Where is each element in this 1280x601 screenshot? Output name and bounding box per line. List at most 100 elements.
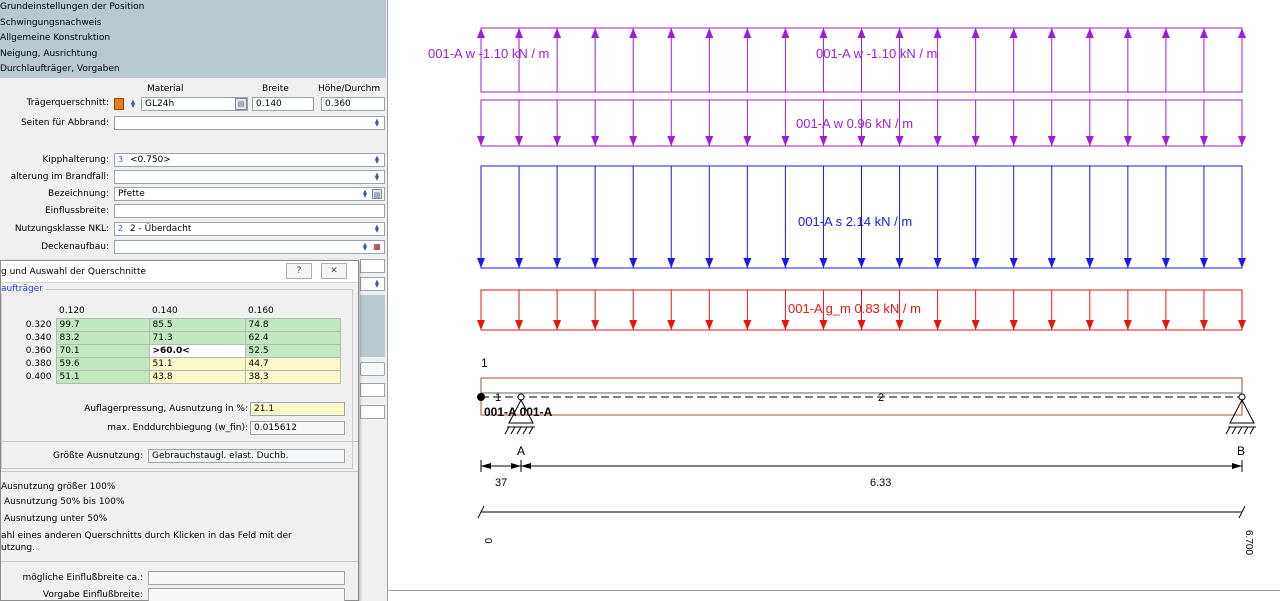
table-cell-selected[interactable]: >60.0<: [148, 343, 246, 358]
hidden-button-1[interactable]: [360, 362, 385, 376]
nav-item-neigung[interactable]: Neigung, Ausrichtung: [0, 47, 386, 63]
catalog-icon[interactable]: ▤: [372, 189, 382, 199]
dimension-arrow: [521, 463, 531, 469]
grid-icon[interactable]: ▦: [372, 242, 382, 252]
load-arrow-head: [895, 28, 904, 38]
kipphalterung-select[interactable]: 3 <0.750> ⧫: [114, 153, 385, 167]
bezeichnung-field[interactable]: Pfette ⧫ ▤: [114, 187, 385, 201]
hoehe-field[interactable]: 0.360: [321, 97, 385, 111]
load-arrow-head: [743, 320, 752, 330]
einflussbreite-field[interactable]: [114, 204, 385, 218]
structure-drawing[interactable]: 001-A w -1.10 kN / m 001-A w -1.10 kN / m…: [388, 0, 1280, 601]
row-header: 0.340: [25, 332, 52, 343]
nutzungsklasse-prefix: 2: [118, 224, 124, 233]
table-cell[interactable]: 38.3: [244, 369, 341, 384]
load-arrow-head: [1161, 28, 1170, 38]
table-cell[interactable]: 51.1: [55, 369, 150, 384]
table-row: 0.380 59.6 51.1 44.7: [1, 356, 341, 371]
table-cell[interactable]: 59.6: [55, 356, 150, 371]
row-header: 0.380: [25, 358, 52, 369]
nav-item-schwingungsnachweis[interactable]: Schwingungsnachweis: [0, 16, 386, 32]
column-header: 0.160: [248, 306, 274, 317]
hidden-panel-block: [360, 295, 385, 357]
load-arrow-head: [1085, 136, 1094, 146]
hidden-select-2[interactable]: ⧫: [360, 277, 385, 291]
material-catalog-icon[interactable]: ▤: [235, 98, 247, 110]
chevron-down-icon[interactable]: ⧫: [360, 189, 370, 199]
nav-item-durchlauftraeger[interactable]: Durchlaufträger, Vorgaben: [0, 62, 386, 78]
chevron-down-icon[interactable]: ⧫: [372, 118, 382, 128]
label-nutzungsklasse: Nutzungsklasse NKL:: [14, 224, 109, 234]
load-arrow-head: [629, 136, 638, 146]
load-arrow-head: [667, 320, 676, 330]
load-arrow-head: [1238, 320, 1246, 330]
hidden-field-1[interactable]: [360, 259, 385, 273]
load-arrow-head: [515, 136, 524, 146]
hint-text-line2: utzung.: [1, 543, 35, 553]
breite-field[interactable]: 0.140: [252, 97, 314, 111]
load-label: 001-A s 2.14 kN / m: [798, 214, 912, 229]
material-field[interactable]: GL24h ▤: [141, 97, 248, 111]
label-enddurchbiegung: max. Enddurchbiegung (w_fin):: [107, 423, 248, 433]
row-header: 0.320: [25, 319, 52, 330]
chevron-down-icon[interactable]: ⧫: [372, 224, 382, 234]
table-cell[interactable]: 44.7: [244, 356, 341, 371]
nutzungsklasse-select[interactable]: 2 2 - Überdacht ⧫: [114, 222, 385, 236]
help-button[interactable]: ?: [286, 263, 312, 279]
label-einflussbreite: Einflussbreite:: [45, 206, 109, 216]
load-arrow-head: [1085, 320, 1094, 330]
deckenaufbau-select[interactable]: ⧫ ▦: [114, 240, 385, 254]
drawing-canvas[interactable]: 001-A w -1.10 kN / m 001-A w -1.10 kN / m…: [388, 0, 1280, 601]
legend-item-red: Ausnutzung größer 100%: [1, 482, 116, 492]
halterung-brandfall-select[interactable]: ⧫: [114, 170, 385, 184]
label-kipphalterung: Kipphalterung:: [42, 155, 109, 165]
auflagerpressung-field: 21.1: [250, 402, 345, 416]
nav-item-grundeinstellungen[interactable]: Grundeinstellungen der Position: [0, 0, 386, 16]
close-button[interactable]: ✕: [321, 263, 347, 279]
load-arrow-head: [1199, 258, 1208, 268]
label-auflagerpressung: Auflagerpressung, Ausnutzung in %:: [84, 404, 248, 414]
table-cell[interactable]: 52.5: [244, 343, 341, 358]
table-cell[interactable]: 99.7: [55, 317, 150, 332]
chevron-down-icon[interactable]: ⧫: [372, 172, 382, 182]
column-header: 0.120: [59, 306, 85, 317]
support-hatch: [528, 426, 534, 435]
load-arrow-head: [819, 320, 828, 330]
material-value: GL24h: [145, 99, 175, 109]
table-cell[interactable]: 70.1: [55, 343, 150, 358]
chevron-down-icon[interactable]: ⧫: [372, 155, 382, 165]
label-groesste-ausnutzung: Größte Ausnutzung:: [53, 451, 143, 461]
seiten-abbrand-select[interactable]: ⧫: [114, 116, 385, 130]
load-arrow-head: [1199, 320, 1208, 330]
chevron-down-icon[interactable]: ⧫: [360, 242, 370, 252]
node-label: 1: [481, 356, 488, 370]
table-cell[interactable]: 74.8: [244, 317, 341, 332]
vorgabe-einflussbreite-field[interactable]: [148, 588, 345, 601]
hidden-field-3[interactable]: [360, 383, 385, 397]
table-cell[interactable]: 51.1: [148, 356, 246, 371]
header-material: Material: [147, 84, 184, 94]
table-cell[interactable]: 62.4: [244, 330, 341, 345]
load-arrow-head: [781, 258, 790, 268]
support-label: A: [517, 444, 525, 458]
table-cell[interactable]: 83.2: [55, 330, 150, 345]
label-deckenaufbau: Deckenaufbau:: [41, 242, 109, 252]
load-label: 001-A w 0.96 kN / m: [796, 116, 913, 131]
material-dropdown-icon[interactable]: ⧫: [127, 98, 139, 110]
nav-item-allgemeine-konstruktion[interactable]: Allgemeine Konstruktion: [0, 31, 386, 47]
load-arrow-head: [477, 28, 485, 38]
table-cell[interactable]: 85.5: [148, 317, 246, 332]
load-arrow-head: [1238, 28, 1246, 38]
label-traegerquerschnitt: Trägerquerschnitt:: [26, 98, 109, 108]
load-arrow-head: [667, 136, 676, 146]
material-color-icon[interactable]: [114, 98, 124, 110]
load-arrow-head: [781, 28, 790, 38]
chevron-down-icon[interactable]: ⧫: [372, 279, 382, 289]
hidden-field-4[interactable]: [360, 405, 385, 419]
label-moegliche-einflussbreite: mögliche Einflußbreite ca.:: [22, 573, 143, 583]
label-bezeichnung: Bezeichnung:: [48, 189, 109, 199]
table-cell[interactable]: 71.3: [148, 330, 246, 345]
table-cell[interactable]: 43.8: [148, 369, 246, 384]
load-label: 001-A w -1.10 kN / m: [428, 46, 549, 61]
enddurchbiegung-field: 0.015612: [250, 421, 345, 435]
